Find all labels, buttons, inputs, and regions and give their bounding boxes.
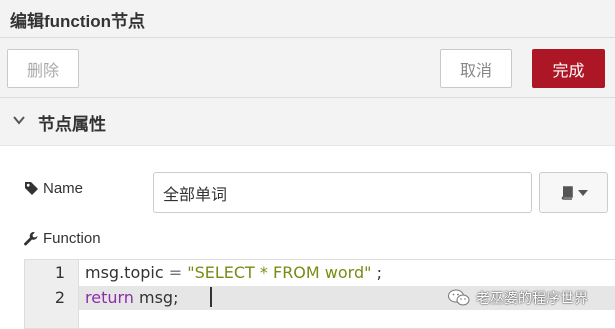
- code-token: ;: [371, 263, 382, 282]
- name-input[interactable]: 全部单词: [153, 172, 532, 213]
- dialog-header: 编辑function节点: [0, 0, 615, 38]
- dialog-title: 编辑function节点: [10, 12, 146, 31]
- code-token: msg.topic: [85, 263, 169, 282]
- watermark-text: 老巫婆的程序世界: [476, 290, 588, 306]
- code-string: "SELECT * FROM word": [187, 263, 372, 282]
- book-icon: [561, 185, 573, 200]
- code-operator: =: [168, 263, 188, 282]
- tag-icon: [25, 182, 38, 195]
- section-title: 节点属性: [38, 115, 106, 134]
- name-label-text: Name: [43, 180, 84, 197]
- function-label-text: Function: [43, 230, 101, 247]
- caret-down-icon: [577, 189, 588, 196]
- line-number: 2: [54, 288, 65, 307]
- watermark: 老巫婆的程序世界: [448, 288, 588, 308]
- chevron-down-icon: [13, 116, 25, 125]
- cancel-button[interactable]: 取消: [440, 49, 512, 88]
- line-number: 1: [54, 263, 65, 282]
- delete-button[interactable]: 删除: [7, 49, 79, 88]
- code-line: msg.topic = "SELECT * FROM word" ;: [85, 263, 382, 282]
- function-label: Function: [23, 230, 101, 247]
- dialog-toolbar: 删除 取消 完成: [0, 38, 615, 98]
- code-token: msg;: [133, 288, 179, 307]
- line-number-gutter: 1 2: [25, 260, 79, 328]
- name-label: Name: [24, 180, 83, 197]
- code-line: return msg;: [85, 288, 178, 307]
- text-cursor: [210, 287, 212, 307]
- library-button[interactable]: [539, 172, 608, 213]
- section-header-node-properties[interactable]: 节点属性: [0, 98, 615, 146]
- done-button[interactable]: 完成: [532, 49, 605, 88]
- code-keyword: return: [85, 288, 134, 307]
- wechat-icon: [448, 289, 470, 306]
- wrench-icon: [24, 231, 38, 245]
